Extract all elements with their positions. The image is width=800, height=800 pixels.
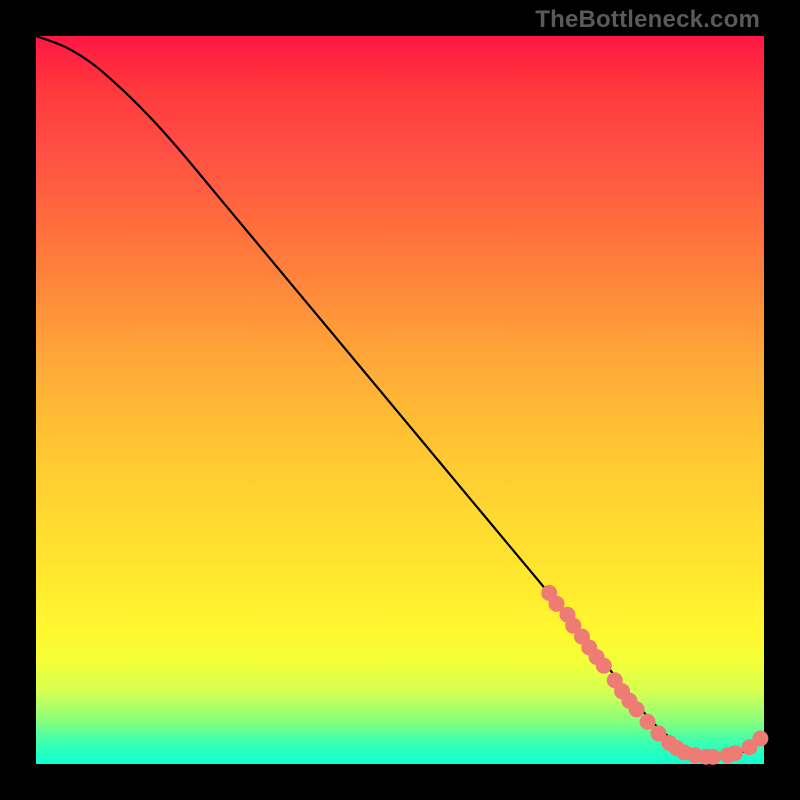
curve-marker bbox=[596, 658, 612, 674]
curve-marker bbox=[640, 714, 656, 730]
chart-frame: TheBottleneck.com bbox=[0, 0, 800, 800]
curve-svg bbox=[36, 36, 764, 764]
curve-marker bbox=[752, 731, 768, 747]
plot-area bbox=[36, 36, 764, 764]
curve-markers bbox=[541, 585, 768, 765]
curve-marker bbox=[727, 745, 743, 761]
watermark-text: TheBottleneck.com bbox=[535, 6, 760, 34]
bottleneck-curve bbox=[36, 36, 764, 757]
curve-marker bbox=[705, 749, 721, 765]
curve-marker bbox=[629, 701, 645, 717]
